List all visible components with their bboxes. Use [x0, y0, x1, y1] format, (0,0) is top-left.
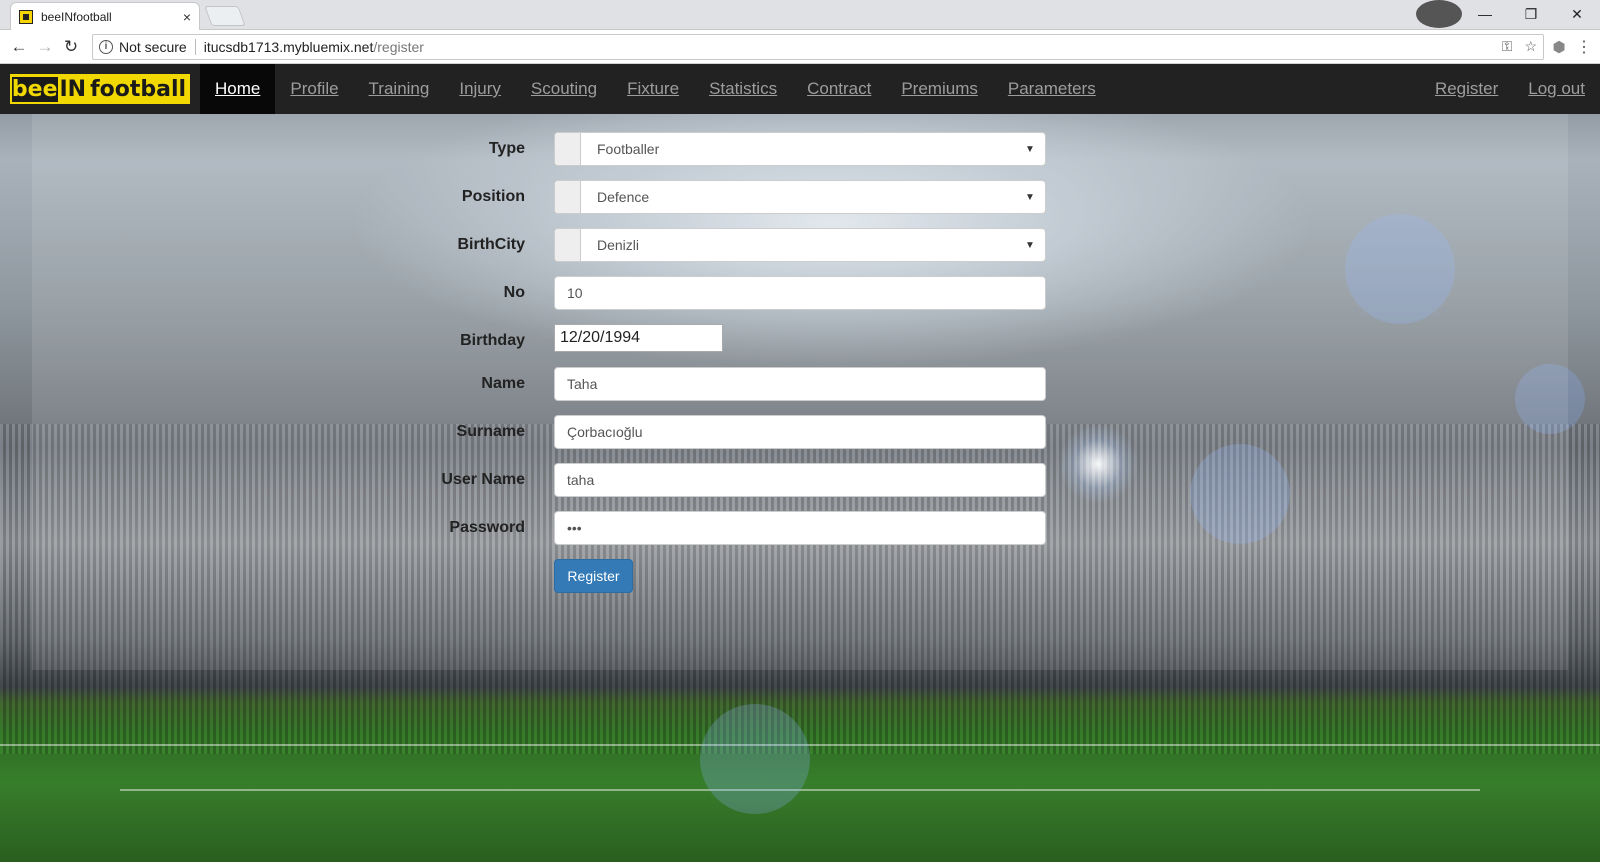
nav-training[interactable]: Training [354, 64, 445, 114]
url-host: itucsdb1713.mybluemix.net [203, 38, 374, 55]
nav-fixture[interactable]: Fixture [612, 64, 694, 114]
site-favicon-icon [19, 9, 33, 24]
form-row-submit: Register [0, 559, 1600, 607]
window-controls: — ❐ ✕ [1416, 0, 1600, 28]
password-label: Password [449, 519, 525, 536]
form-row-name: Name Taha [0, 367, 1600, 415]
extension-icon[interactable]: ⬢ [1544, 38, 1574, 56]
reload-icon[interactable]: ↻ [58, 34, 84, 60]
dropdown-caret-icon: ▼ [1025, 239, 1035, 251]
nav-parameters[interactable]: Parameters [993, 64, 1111, 114]
main-navbar: bee IN football Home Profile Training Inju… [0, 64, 1600, 114]
web-page: bee IN football Home Profile Training Inju… [0, 64, 1600, 862]
profile-icon [1416, 0, 1462, 28]
surname-input[interactable]: Çorbacıoğlu [554, 415, 1046, 449]
forward-icon[interactable]: → [32, 34, 58, 60]
close-tab-icon[interactable]: × [183, 9, 191, 25]
form-row-password: Password ••• [0, 511, 1600, 559]
browser-tab[interactable]: beeINfootball × [10, 2, 200, 30]
back-icon[interactable]: ← [6, 34, 32, 60]
lens-flare [700, 704, 810, 814]
star-icon[interactable]: ☆ [1524, 38, 1537, 55]
nav-injury[interactable]: Injury [444, 64, 516, 114]
url-path: /register [373, 38, 424, 55]
omnibox-divider [194, 38, 196, 55]
browser-toolbar: ← → ↻ i Not secure itucsdb1713.mybluemix… [0, 30, 1600, 64]
security-status[interactable]: Not secure [119, 39, 187, 55]
close-window-icon[interactable]: ✕ [1554, 0, 1600, 28]
browser-menu-icon[interactable]: ⋮ [1574, 37, 1594, 57]
brand-logo[interactable]: bee IN football [10, 74, 190, 104]
dropdown-caret-icon: ▼ [1025, 143, 1035, 155]
new-tab-button[interactable] [204, 6, 246, 26]
browser-tabbar: beeINfootball × — ❐ ✕ [0, 0, 1600, 30]
nav-right: Register Log out [1420, 64, 1600, 114]
nav-scouting[interactable]: Scouting [516, 64, 612, 114]
register-form: Type Footballer ▼ Position Defence ▼ Bir… [0, 132, 1600, 607]
profile-button[interactable] [1416, 0, 1462, 28]
nav-profile[interactable]: Profile [275, 64, 353, 114]
no-input[interactable]: 10 [554, 276, 1046, 310]
key-icon[interactable]: ⚿ [1502, 38, 1513, 55]
form-row-surname: Surname Çorbacıoğlu [0, 415, 1600, 463]
form-row-type: Type Footballer ▼ [0, 132, 1600, 180]
password-input[interactable]: ••• [554, 511, 1046, 545]
nav-premiums[interactable]: Premiums [886, 64, 993, 114]
nav-home[interactable]: Home [200, 64, 276, 114]
type-select[interactable]: Footballer ▼ [554, 132, 1046, 166]
form-row-position: Position Defence ▼ [0, 180, 1600, 228]
register-button[interactable]: Register [554, 559, 633, 593]
name-label: Name [481, 375, 525, 392]
nav-logout[interactable]: Log out [1513, 64, 1600, 114]
birthcity-select-value: Denizli [597, 237, 640, 253]
dropdown-caret-icon: ▼ [1025, 191, 1035, 203]
birthcity-select[interactable]: Denizli ▼ [554, 228, 1046, 262]
birthday-date-input[interactable]: 12/20/1994 [554, 324, 723, 352]
restore-icon[interactable]: ❐ [1508, 0, 1554, 28]
type-label: Type [488, 140, 525, 157]
position-select[interactable]: Defence ▼ [554, 180, 1046, 214]
tab-title: beeINfootball [41, 9, 112, 24]
position-select-value: Defence [597, 189, 650, 205]
birthday-label: Birthday [460, 332, 525, 349]
no-label: No [503, 284, 525, 301]
nav-links: Home Profile Training Injury Scouting Fi… [200, 64, 1111, 114]
address-bar[interactable]: i Not secure itucsdb1713.mybluemix.net /… [92, 33, 1544, 60]
form-row-birthday: Birthday 12/20/1994 [0, 324, 1600, 367]
nav-register[interactable]: Register [1420, 64, 1513, 114]
nav-statistics[interactable]: Statistics [694, 64, 792, 114]
form-row-birthcity: BirthCity Denizli ▼ [0, 228, 1600, 276]
minimize-icon[interactable]: — [1462, 0, 1508, 28]
form-row-username: User Name taha [0, 463, 1600, 511]
info-icon[interactable]: i [99, 39, 113, 54]
nav-contract[interactable]: Contract [792, 64, 886, 114]
type-select-value: Footballer [597, 141, 660, 157]
surname-label: Surname [456, 423, 525, 440]
position-label: Position [461, 188, 525, 205]
username-label: User Name [441, 471, 525, 488]
birthcity-label: BirthCity [457, 236, 525, 253]
name-input[interactable]: Taha [554, 367, 1046, 401]
username-input[interactable]: taha [554, 463, 1046, 497]
form-row-no: No 10 [0, 276, 1600, 324]
